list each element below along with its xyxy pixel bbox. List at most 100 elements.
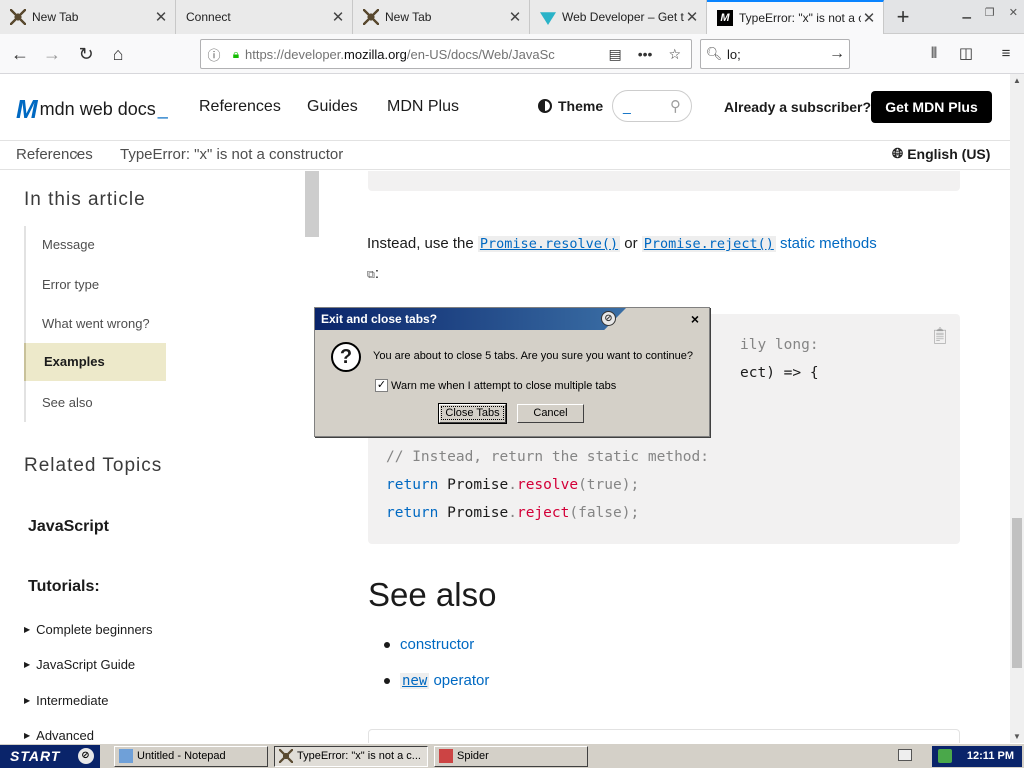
code-block-end	[368, 171, 960, 191]
toc-item-see-also[interactable]: See also	[24, 384, 166, 422]
sidebar: In this article Message Error type What …	[0, 171, 320, 743]
code-function: resolve	[516, 477, 579, 493]
scroll-up-icon[interactable]: ▲	[1010, 76, 1024, 85]
code-dot: .	[508, 477, 517, 493]
para-or: or	[624, 235, 638, 252]
get-mdn-plus-button[interactable]: Get MDN Plus	[871, 91, 992, 123]
clock[interactable]: 12:11 PM	[967, 750, 1014, 762]
constructor-link[interactable]: constructor	[400, 636, 474, 653]
close-window-icon[interactable]: ✕	[1009, 6, 1018, 19]
lock-icon[interactable]: 🔒︎	[227, 47, 245, 62]
search-input[interactable]: lo;	[727, 47, 825, 62]
toc-item-examples[interactable]: Examples	[24, 343, 166, 381]
tab-typeerror[interactable]: M TypeError: "x" is not a c ✕	[707, 0, 884, 34]
language-switcher[interactable]: 🌐︎ English (US)	[892, 145, 990, 162]
close-icon[interactable]: ✕	[507, 8, 523, 26]
paragraph: Instead, use the Promise.resolve() or Pr…	[367, 229, 967, 290]
tab-web-developer[interactable]: Web Developer – Get th ✕	[530, 0, 707, 34]
promise-resolve-link[interactable]: Promise.resolve()	[477, 235, 621, 252]
subscriber-link[interactable]: Already a subscriber?	[724, 99, 871, 115]
tab-title: Connect	[186, 10, 231, 24]
back-button[interactable]: ←	[6, 40, 34, 68]
task-spider[interactable]: Spider	[434, 746, 588, 767]
url-text[interactable]: https://developer.mozilla.org/en-US/docs…	[245, 47, 598, 62]
page-scrollbar[interactable]: ▲ ▼	[1010, 74, 1024, 743]
reload-button[interactable]: ↻	[72, 40, 100, 68]
spider-icon	[10, 9, 26, 25]
tab-connect[interactable]: Connect ✕	[176, 0, 353, 34]
close-icon[interactable]: ✕	[330, 8, 346, 26]
tutorials-heading: Tutorials:	[28, 578, 100, 595]
close-icon[interactable]: ✕	[684, 8, 700, 26]
home-button[interactable]: ⌂	[104, 40, 132, 68]
mdn-search-input[interactable]: _ ⚲	[612, 90, 692, 122]
cancel-button[interactable]: Cancel	[517, 404, 584, 423]
library-icon[interactable]: ⫴	[922, 42, 946, 66]
reader-view-icon[interactable]: ▤	[608, 46, 621, 63]
bookmark-star-icon[interactable]: ☆	[668, 46, 681, 63]
main-content: Instead, use the Promise.resolve() or Pr…	[320, 171, 1010, 743]
sidebar-toggle-icon[interactable]: ◫	[954, 42, 978, 66]
tab-new-tab-2[interactable]: New Tab ✕	[353, 0, 530, 34]
tab-new-tab-1[interactable]: New Tab ✕	[0, 0, 176, 34]
scrollbar-thumb[interactable]	[1012, 518, 1022, 668]
close-icon[interactable]: ✕	[861, 9, 877, 27]
minimize-icon[interactable]: ▁	[962, 6, 970, 19]
close-icon[interactable]: ✕	[153, 8, 169, 26]
checkbox-check-icon[interactable]: ✓	[375, 379, 388, 392]
url-host: mozilla.org	[344, 46, 407, 62]
toc-item-what-went-wrong[interactable]: What went wrong?	[24, 305, 166, 343]
promise-reject-link[interactable]: Promise.reject()	[641, 235, 776, 252]
restore-icon[interactable]: ❐	[985, 6, 995, 19]
tutorial-javascript-guide[interactable]: ▶ JavaScript Guide	[24, 657, 135, 672]
page-action-icons: ▤ ••• ☆	[598, 46, 691, 63]
search-bar[interactable]: 🔍︎ lo; →	[700, 39, 850, 69]
tutorial-complete-beginners[interactable]: ▶ Complete beginners	[24, 622, 153, 637]
toc-item-error-type[interactable]: Error type	[24, 266, 166, 304]
page-actions-icon[interactable]: •••	[638, 46, 653, 63]
expand-triangle-icon: ▶	[24, 696, 31, 705]
nav-references[interactable]: References	[199, 98, 281, 116]
static-methods-link[interactable]: static methods	[780, 235, 877, 252]
new-operator-link[interactable]: new operator	[400, 672, 489, 689]
globe-icon: 🌐︎	[892, 145, 904, 161]
task-title: Spider	[457, 750, 489, 762]
forward-button[interactable]: →	[38, 40, 66, 68]
task-firefox[interactable]: TypeError: "x" is not a c...	[274, 746, 428, 767]
search-engine-icon[interactable]: 🔍︎	[701, 46, 727, 62]
go-arrow-icon[interactable]: →	[825, 45, 849, 63]
search-icon[interactable]: ⚲	[670, 97, 681, 115]
copy-icon[interactable]: 📋︎	[930, 326, 950, 345]
toc-item-message[interactable]: Message	[24, 226, 166, 264]
javascript-link[interactable]: JavaScript	[28, 518, 109, 536]
nav-mdn-plus[interactable]: MDN Plus	[387, 98, 459, 116]
scroll-down-icon[interactable]: ▼	[1010, 732, 1024, 741]
new-tab-button[interactable]: +	[888, 2, 918, 32]
code-new: new	[400, 673, 430, 689]
next-section-box	[368, 729, 960, 743]
mdn-logo[interactable]: M mdn web docs _	[16, 94, 168, 125]
tab-title: New Tab	[385, 10, 432, 24]
nav-guides[interactable]: Guides	[307, 98, 358, 116]
breadcrumb-references[interactable]: References	[16, 146, 93, 163]
url-bar[interactable]: ⓘ 🔒︎ https://developer.mozilla.org/en-US…	[200, 39, 692, 69]
toc-heading: In this article	[24, 189, 146, 210]
menu-icon[interactable]: ≡	[994, 42, 1018, 66]
theme-button[interactable]: Theme	[538, 98, 603, 114]
start-button[interactable]: START ⊘	[0, 745, 100, 768]
tutorial-intermediate[interactable]: ▶ Intermediate	[24, 693, 108, 708]
sidebar-scrollbar[interactable]	[305, 171, 319, 237]
dialog-close-button[interactable]: ×	[687, 311, 703, 327]
info-icon[interactable]: ⓘ	[201, 45, 227, 64]
tutorial-label: Intermediate	[36, 693, 109, 708]
task-notepad[interactable]: Untitled - Notepad	[114, 746, 268, 767]
tab-title: Web Developer – Get th	[562, 10, 684, 24]
bullet	[384, 641, 390, 648]
warn-checkbox[interactable]: ✓ Warn me when I attempt to close multip…	[375, 379, 616, 392]
network-icon[interactable]	[938, 749, 952, 763]
close-tabs-button[interactable]: Close Tabs	[438, 403, 507, 424]
breadcrumb-current[interactable]: TypeError: "x" is not a constructor	[120, 146, 343, 163]
expand-triangle-icon: ▶	[24, 660, 31, 669]
tutorial-advanced[interactable]: ▶ Advanced	[24, 728, 94, 743]
keyboard-icon[interactable]	[898, 749, 912, 761]
